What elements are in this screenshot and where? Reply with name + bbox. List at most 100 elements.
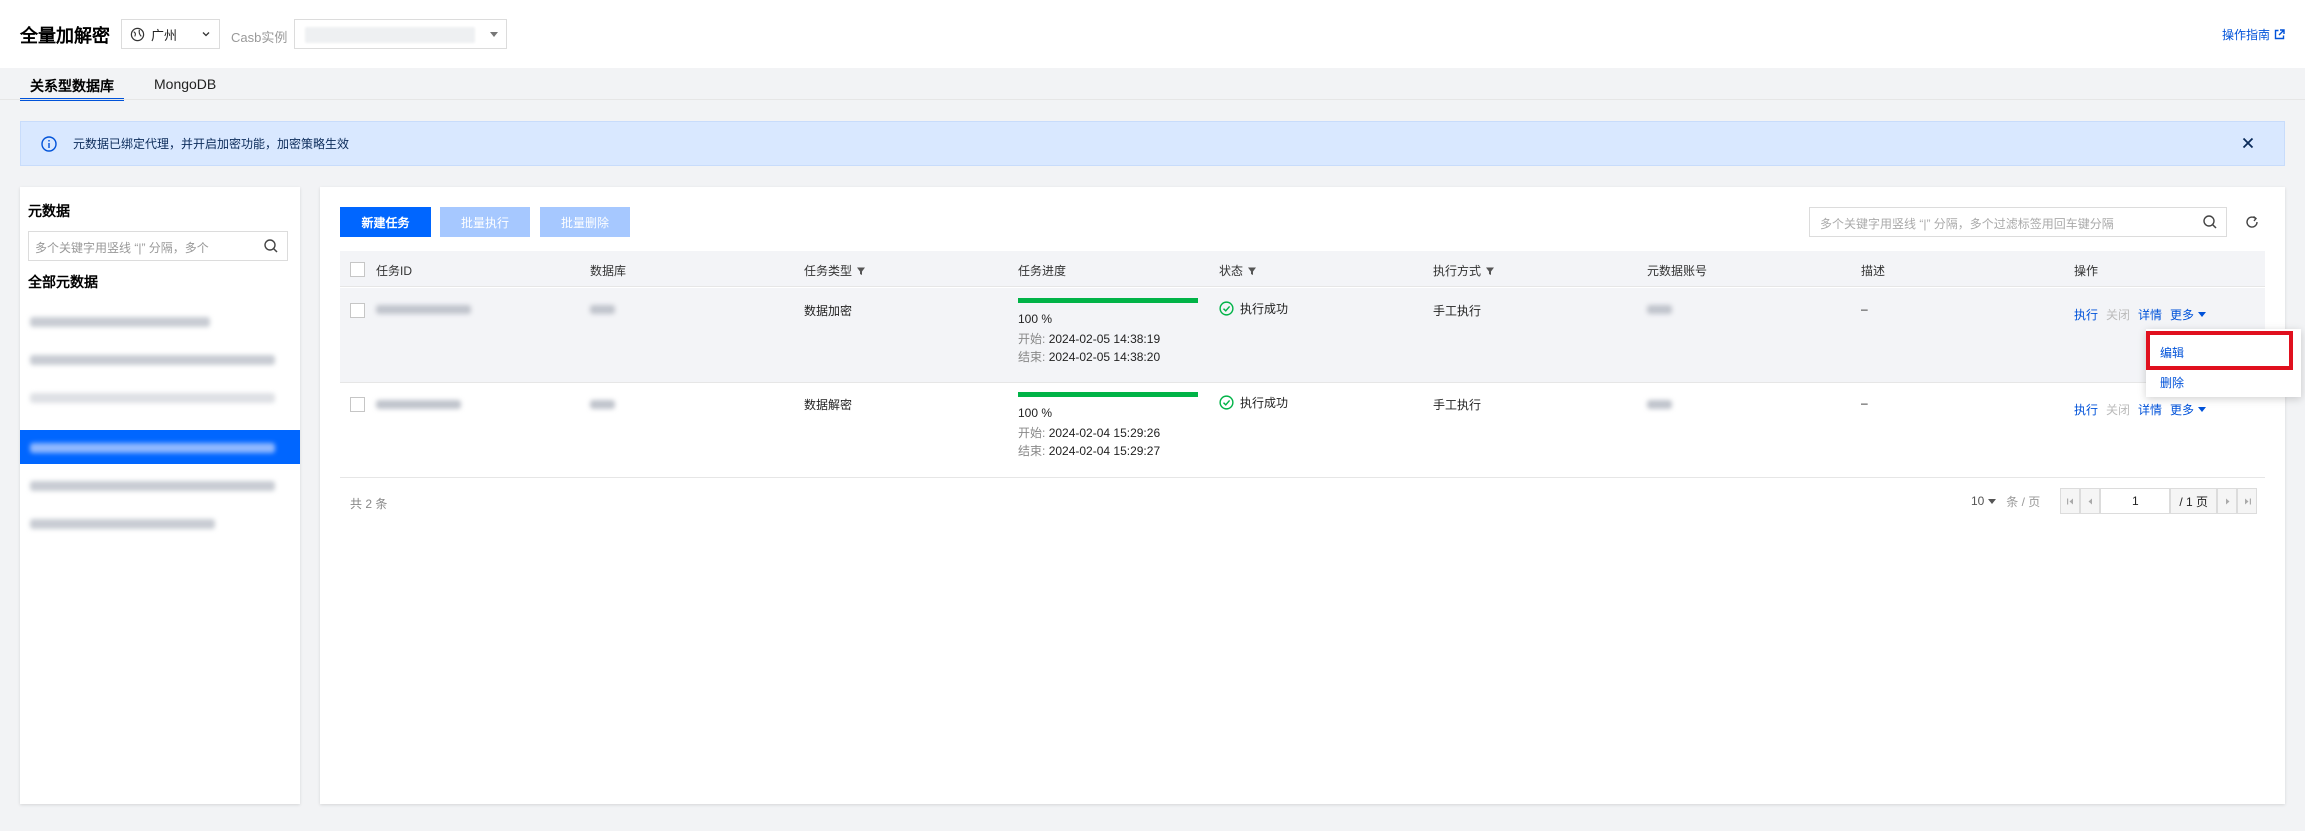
task-type-value: 数据加密	[804, 304, 853, 318]
table-row: 数据加密 100 % 开始: 2024-02-05 14:38:19 结束: 2…	[340, 288, 2265, 383]
filter-icon[interactable]	[1485, 266, 1495, 276]
refresh-icon[interactable]	[2244, 214, 2260, 230]
col-operations: 操作	[2074, 264, 2099, 278]
metadata-list-item[interactable]	[20, 342, 300, 376]
pagination: 10 条 / 页 1 / 1 页	[1971, 488, 2257, 514]
check-circle-icon	[1219, 301, 1234, 316]
metadata-list-item[interactable]	[20, 468, 300, 502]
tab-relational-db[interactable]: 关系型数据库	[20, 70, 124, 101]
casb-instance-label: Casb实例	[231, 30, 288, 45]
tabs-divider	[0, 99, 2305, 100]
metadata-title: 元数据	[28, 203, 70, 219]
meta-account-value	[1647, 305, 1672, 314]
row-checkbox[interactable]	[350, 303, 365, 318]
globe-icon	[130, 27, 145, 41]
next-page-button[interactable]	[2217, 488, 2237, 514]
end-time: 结束: 2024-02-04 15:29:27	[1018, 444, 1161, 458]
pagination-total: 共 2 条	[350, 497, 388, 511]
info-notice: 元数据已绑定代理，并开启加密功能，加密策略生效	[20, 121, 2285, 166]
metadata-list-item[interactable]	[20, 304, 300, 338]
metadata-list-item-selected[interactable]	[20, 430, 300, 464]
page-title: 全量加解密	[20, 26, 110, 46]
casb-instance-select[interactable]	[294, 19, 507, 49]
metadata-search-placeholder: 多个关键字用竖线 “|” 分隔，多个	[35, 241, 209, 255]
first-page-icon	[2066, 498, 2073, 504]
filter-icon[interactable]	[1247, 266, 1257, 276]
detail-link[interactable]: 详情	[2138, 401, 2162, 418]
all-metadata-label[interactable]: 全部元数据	[28, 272, 98, 292]
task-search-input[interactable]: 多个关键字用竖线 “|” 分隔，多个过滤标签用回车键分隔	[1809, 207, 2227, 237]
guide-link-label: 操作指南	[2221, 28, 2270, 42]
row-checkbox[interactable]	[350, 397, 365, 412]
col-task-type: 任务类型	[804, 262, 866, 279]
col-task-id: 任务ID	[376, 264, 413, 278]
progress-text: 100 %	[1018, 406, 1053, 420]
database-value	[590, 305, 615, 314]
row-operations: 执行 关闭 详情 更多	[2074, 401, 2207, 418]
col-progress: 任务进度	[1018, 264, 1067, 278]
batch-execute-button[interactable]: 批量执行	[440, 207, 530, 237]
end-time: 结束: 2024-02-05 14:38:20	[1018, 350, 1161, 364]
prev-page-button[interactable]	[2080, 488, 2101, 514]
exec-mode-value: 手工执行	[1433, 398, 1482, 412]
col-description: 描述	[1861, 264, 1886, 278]
search-icon[interactable]	[2202, 214, 2218, 230]
notice-text: 元数据已绑定代理，并开启加密功能，加密策略生效	[73, 137, 350, 151]
task-panel: 新建任务 批量执行 批量删除 多个关键字用竖线 “|” 分隔，多个过滤标签用回车…	[320, 187, 2285, 804]
more-dropdown[interactable]: 更多	[2170, 401, 2207, 418]
first-page-button[interactable]	[2060, 488, 2081, 514]
page-total: / 1 页	[2170, 488, 2217, 514]
status-badge: 执行成功	[1219, 394, 1288, 411]
close-link[interactable]: 关闭	[2106, 306, 2130, 323]
row-operations: 执行 关闭 详情 更多	[2074, 306, 2207, 323]
external-link-icon	[2274, 29, 2285, 40]
check-circle-icon	[1219, 395, 1234, 410]
start-time: 开始: 2024-02-05 14:38:19	[1018, 332, 1161, 346]
description-value: –	[1861, 302, 1868, 316]
region-value: 广州	[151, 27, 178, 43]
progress-bar	[1018, 392, 1198, 397]
caret-down-icon	[490, 32, 498, 37]
col-exec-mode: 执行方式	[1433, 262, 1495, 279]
caret-down-icon	[1988, 498, 1997, 504]
chevron-down-icon	[202, 32, 210, 37]
progress-text: 100 %	[1018, 312, 1053, 326]
batch-delete-button[interactable]: 批量删除	[540, 207, 630, 237]
highlight-annotation	[2146, 331, 2293, 370]
close-icon[interactable]	[2240, 135, 2256, 151]
metadata-panel: 元数据 多个关键字用竖线 “|” 分隔，多个 全部元数据	[20, 187, 300, 804]
region-select[interactable]: 广州	[121, 19, 220, 49]
meta-account-value	[1647, 400, 1672, 409]
delete-menu-item[interactable]: 删除	[2160, 374, 2184, 391]
page-number-input[interactable]: 1	[2100, 488, 2171, 514]
task-search-placeholder: 多个关键字用竖线 “|” 分隔，多个过滤标签用回车键分隔	[1820, 217, 2114, 231]
page-size-select[interactable]: 10	[1971, 494, 1997, 508]
task-type-value: 数据解密	[804, 398, 853, 412]
search-icon[interactable]	[263, 238, 279, 254]
new-task-button[interactable]: 新建任务	[340, 207, 431, 237]
detail-link[interactable]: 详情	[2138, 306, 2162, 323]
guide-link[interactable]: 操作指南	[2222, 26, 2285, 43]
col-meta-account: 元数据账号	[1647, 264, 1708, 278]
exec-mode-value: 手工执行	[1433, 304, 1482, 318]
execute-link[interactable]: 执行	[2074, 401, 2098, 418]
filter-icon[interactable]	[856, 266, 866, 276]
last-page-button[interactable]	[2237, 488, 2257, 514]
metadata-list-item[interactable]	[20, 506, 300, 540]
metadata-search-input[interactable]: 多个关键字用竖线 “|” 分隔，多个	[28, 231, 288, 261]
select-all-checkbox[interactable]	[350, 262, 365, 277]
table-row: 数据解密 100 % 开始: 2024-02-04 15:29:26 结束: 2…	[340, 383, 2265, 478]
caret-down-icon	[2198, 312, 2207, 317]
page-size-unit: 条 / 页	[2006, 494, 2041, 509]
status-badge: 执行成功	[1219, 300, 1288, 317]
caret-down-icon	[2198, 407, 2207, 412]
tab-mongodb[interactable]: MongoDB	[144, 70, 226, 100]
casb-instance-value	[305, 27, 475, 43]
task-id-value	[376, 305, 471, 314]
chevron-left-icon	[2088, 498, 2092, 504]
close-link[interactable]: 关闭	[2106, 401, 2130, 418]
metadata-list-item[interactable]	[20, 380, 300, 414]
more-dropdown[interactable]: 更多	[2170, 306, 2207, 323]
description-value: –	[1861, 396, 1868, 410]
execute-link[interactable]: 执行	[2074, 306, 2098, 323]
